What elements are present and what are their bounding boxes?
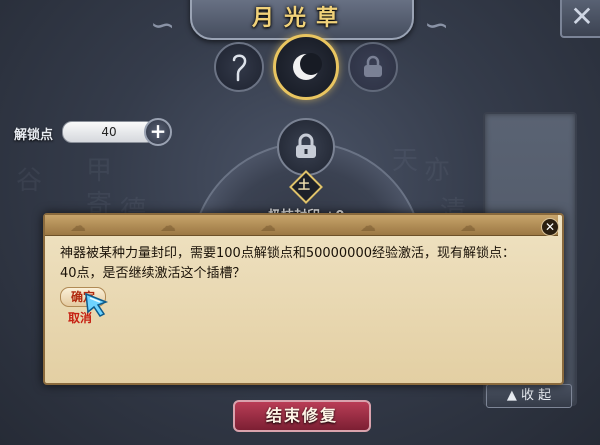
- dialog-close-button[interactable]: ✕: [541, 218, 559, 236]
- collapse-button[interactable]: ▲ 收 起: [486, 384, 572, 408]
- lock-icon: [364, 55, 382, 77]
- element-badge-label: 土: [297, 178, 310, 192]
- dialog-message: 神器被某种力量封印，需要100点解锁点和50000000经验激活，现有解锁点：4…: [60, 246, 515, 281]
- title-swirl-left: ∽: [150, 8, 176, 43]
- lock-icon: [296, 133, 316, 158]
- unlock-points-label: 解锁点: [14, 128, 54, 143]
- background-calligraphy: 谷: [16, 166, 43, 196]
- cloud-ornament-icon: ☁: [70, 216, 86, 235]
- confirm-dialog: [43, 213, 564, 385]
- cloud-ornament-icon: ☁: [160, 216, 176, 235]
- title-swirl-right: ∽: [424, 8, 450, 43]
- slot-locked-orb[interactable]: [348, 42, 398, 92]
- cloud-ornament-icon: ☁: [260, 216, 276, 235]
- background-calligraphy: 天: [392, 146, 419, 176]
- window-close-button[interactable]: ✕: [560, 0, 600, 38]
- center-lock-orb[interactable]: [277, 118, 335, 176]
- background-calligraphy: 甲: [86, 156, 113, 186]
- unlock-points-value: 40: [62, 121, 156, 143]
- pointer-cursor-icon: [84, 292, 110, 318]
- page-title: 月光草: [251, 5, 348, 31]
- slot-rune-orb[interactable]: [214, 42, 264, 92]
- add-unlock-points-button[interactable]: +: [144, 118, 172, 146]
- cloud-ornament-icon: ☁: [460, 216, 476, 235]
- rune-icon: [232, 54, 247, 82]
- cloud-ornament-icon: ☁: [360, 216, 376, 235]
- crescent-moon-icon: [293, 53, 322, 80]
- end-repair-button[interactable]: 结束修复: [233, 400, 371, 432]
- dialog-header-bar: [45, 215, 558, 236]
- background-calligraphy: 亦: [424, 156, 451, 186]
- slot-moon-orb-selected[interactable]: [273, 34, 339, 100]
